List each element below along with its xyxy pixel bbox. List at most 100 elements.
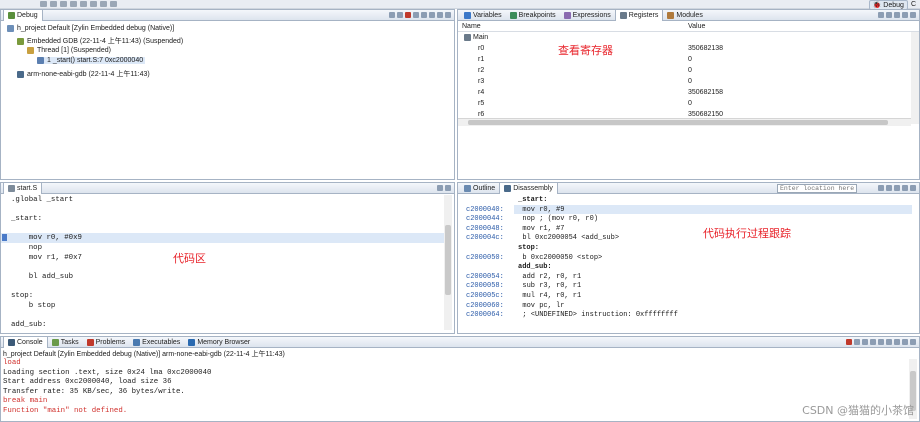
tab-problems[interactable]: Problems — [83, 337, 130, 348]
minimize-icon[interactable] — [902, 185, 908, 191]
collapse-all-icon[interactable] — [878, 12, 884, 18]
disassembly-line[interactable]: c200004c: bl 0xc2000054 <add_sub> — [466, 234, 619, 242]
tab-breakpoints[interactable]: Breakpoints — [506, 10, 560, 21]
register-row[interactable]: r1 0 — [458, 55, 911, 66]
column-value[interactable]: Value — [688, 23, 705, 30]
resume-icon[interactable] — [389, 12, 395, 18]
tab-debug[interactable]: Debug — [3, 9, 43, 21]
scrollbar-thumb[interactable] — [445, 225, 451, 295]
code-line[interactable]: _start: — [11, 215, 42, 223]
view-menu-icon[interactable] — [894, 185, 900, 191]
code-line[interactable]: nop — [11, 244, 42, 252]
register-row[interactable]: r0 350682138 — [458, 44, 911, 55]
code-line[interactable]: add_sub: — [11, 321, 46, 329]
tree-item-thread[interactable]: Thread [1] (Suspended) — [27, 47, 111, 54]
register-row[interactable]: r3 0 — [458, 77, 911, 88]
register-group-row[interactable]: Main — [458, 33, 911, 44]
pin-console-icon[interactable] — [878, 339, 884, 345]
code-line[interactable]: bl add_sub — [11, 273, 73, 281]
remove-launch-icon[interactable] — [854, 339, 860, 345]
disassembly-line[interactable]: c2000054: add r2, r0, r1 — [466, 273, 581, 281]
register-row[interactable]: r4 350682158 — [458, 88, 911, 99]
step-return-icon[interactable] — [90, 1, 97, 7]
tab-label: Disassembly — [513, 184, 553, 192]
disassembly-line[interactable]: c2000058: sub r3, r0, r1 — [466, 282, 581, 290]
refresh-icon[interactable] — [878, 185, 884, 191]
disassembly-line[interactable]: c2000044: nop ; (mov r0, r0) — [466, 215, 598, 223]
scrollbar-thumb[interactable] — [468, 120, 888, 125]
view-menu-icon[interactable] — [894, 12, 900, 18]
tree-item-gdb-process[interactable]: arm-none-eabi-gdb (22-11-4 上午11:43) — [17, 69, 150, 79]
tab-tasks[interactable]: Tasks — [48, 337, 83, 348]
register-row[interactable]: r5 0 — [458, 99, 911, 110]
tab-memory-browser[interactable]: Memory Browser — [184, 337, 254, 348]
disassembly-line[interactable]: c2000050: b 0xc2000050 <stop> — [466, 254, 602, 262]
maximize-icon[interactable] — [910, 185, 916, 191]
step-return-icon[interactable] — [437, 12, 443, 18]
code-line[interactable]: mov r0, #0x9 — [11, 234, 82, 242]
resume-icon[interactable] — [40, 1, 47, 7]
display-console-icon[interactable] — [886, 339, 892, 345]
file-icon — [8, 184, 15, 192]
tree-item-stack-frame[interactable]: 1 _start() start.S:7 0xc2000040 — [37, 57, 146, 64]
step-into-icon[interactable] — [421, 12, 427, 18]
debug-run-icon[interactable] — [100, 1, 107, 7]
tab-modules[interactable]: Modules — [663, 10, 706, 21]
view-menu-icon[interactable] — [445, 12, 451, 18]
tab-outline[interactable]: Outline — [460, 183, 499, 194]
disassembly-line[interactable]: c2000040: mov r0, #9 — [466, 206, 564, 214]
minimize-icon[interactable] — [437, 185, 443, 191]
layout-icon[interactable] — [886, 12, 892, 18]
breakpoints-icon — [509, 11, 517, 19]
suspend-icon[interactable] — [397, 12, 403, 18]
terminate-icon[interactable] — [846, 339, 852, 345]
disassembly-line[interactable]: c200005c: mul r4, r0, r1 — [466, 292, 581, 300]
disconnect-icon[interactable] — [413, 12, 419, 18]
disassembly-line[interactable]: c2000064: ; <UNDEFINED> instruction: 0xf… — [466, 311, 678, 320]
vertical-scrollbar[interactable] — [444, 195, 452, 330]
tab-variables[interactable]: Variables — [460, 10, 506, 21]
tab-start-s[interactable]: start.S — [3, 182, 43, 194]
step-over-icon[interactable] — [429, 12, 435, 18]
code-line[interactable]: mov r1, #0x7 — [11, 254, 82, 262]
link-icon[interactable] — [886, 185, 892, 191]
external-tools-icon[interactable] — [110, 1, 117, 7]
clear-console-icon[interactable] — [862, 339, 868, 345]
open-console-icon[interactable] — [894, 339, 900, 345]
terminate-icon[interactable] — [60, 1, 67, 7]
horizontal-scrollbar[interactable] — [458, 118, 911, 126]
tab-expressions[interactable]: Expressions — [560, 10, 615, 21]
maximize-icon[interactable] — [910, 12, 916, 18]
instruction-text: mov r1, #7 — [514, 224, 565, 233]
step-over-icon[interactable] — [80, 1, 87, 7]
disassembly-line[interactable]: c2000048: mov r1, #7 — [466, 225, 564, 233]
tab-executables[interactable]: Executables — [129, 337, 184, 348]
variables-tabbar: Variables Breakpoints Expressions Regist… — [458, 9, 919, 21]
maximize-icon[interactable] — [445, 185, 451, 191]
disassembly-line[interactable]: c2000060: mov pc, lr — [466, 302, 564, 310]
register-name: r2 — [478, 67, 485, 74]
instruction-text: sub r3, r0, r1 — [514, 282, 582, 291]
instruction-address: c2000064: — [466, 311, 504, 320]
tree-item-gdb[interactable]: Embedded GDB (22-11-4 上午11:43) (Suspende… — [17, 36, 183, 46]
code-line[interactable]: .global _start — [11, 196, 73, 204]
c-perspective-button[interactable]: C — [911, 1, 916, 8]
goto-address-input[interactable] — [777, 184, 857, 193]
code-line[interactable]: b stop — [11, 302, 56, 310]
register-row[interactable]: r2 0 — [458, 66, 911, 77]
code-line[interactable]: stop: — [11, 292, 33, 300]
tab-registers[interactable]: Registers — [614, 9, 664, 21]
tab-label: Memory Browser — [197, 338, 251, 346]
tab-console[interactable]: Console — [3, 336, 48, 348]
tree-item-launch[interactable]: h_project Default [Zylin Embedded debug … — [7, 25, 174, 32]
step-into-icon[interactable] — [70, 1, 77, 7]
tab-disassembly[interactable]: Disassembly — [499, 182, 558, 194]
minimize-icon[interactable] — [902, 339, 908, 345]
scroll-lock-icon[interactable] — [870, 339, 876, 345]
column-name[interactable]: Name — [462, 23, 481, 30]
suspend-icon[interactable] — [50, 1, 57, 7]
minimize-icon[interactable] — [902, 12, 908, 18]
vertical-scrollbar[interactable] — [911, 32, 919, 124]
terminate-icon[interactable] — [405, 12, 411, 18]
maximize-icon[interactable] — [910, 339, 916, 345]
